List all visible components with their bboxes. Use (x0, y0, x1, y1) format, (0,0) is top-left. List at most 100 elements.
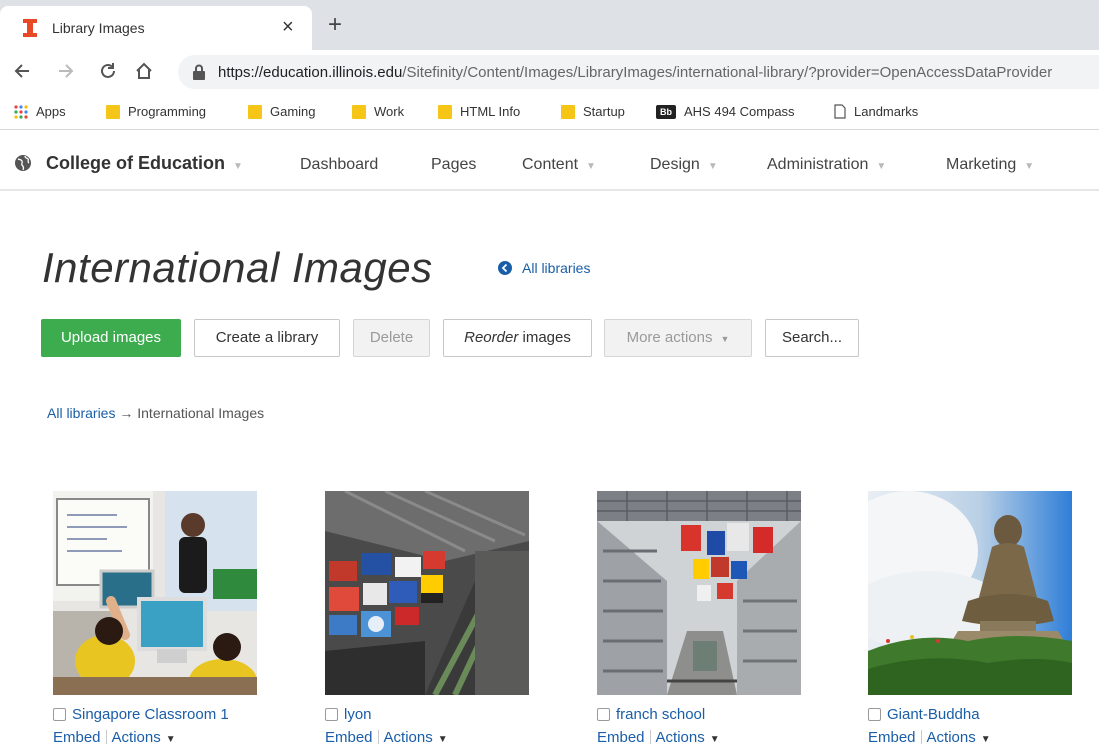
browser-toolbar: https://education.illinois.edu/Sitefinit… (0, 50, 1099, 94)
actions-label: Actions (383, 729, 433, 746)
forward-arrow-icon[interactable] (56, 61, 76, 86)
image-card-lyon: lyon Embed Actions ▼ (325, 491, 531, 746)
nav-design[interactable]: Design ▼ (650, 156, 718, 174)
bookmark-gaming[interactable]: Gaming (248, 104, 316, 119)
image-title-label: Singapore Classroom 1 (72, 706, 229, 723)
breadcrumb-all-libraries-link[interactable]: All libraries (47, 405, 115, 421)
back-arrow-icon[interactable] (12, 61, 32, 86)
embed-link[interactable]: Embed (597, 729, 645, 746)
image-thumbnail[interactable] (325, 491, 529, 695)
bookmark-label: Gaming (270, 104, 316, 119)
actions-menu[interactable]: Actions ▼ (112, 729, 176, 746)
actions-menu[interactable]: Actions ▼ (384, 729, 448, 746)
image-title-label: lyon (344, 706, 372, 723)
tab-close-icon[interactable]: × (282, 15, 294, 39)
address-bar[interactable]: https://education.illinois.edu/Sitefinit… (178, 55, 1099, 89)
image-card-singapore-classroom: Singapore Classroom 1 Embed Actions ▼ (53, 491, 259, 746)
page-title: International Images (42, 244, 433, 291)
bookmark-label: Work (374, 104, 405, 119)
image-thumbnail[interactable] (53, 491, 257, 695)
bookmark-label: HTML Info (460, 104, 521, 119)
nav-label: Content (522, 156, 579, 173)
folder-icon (438, 104, 452, 119)
url-path: /Sitefinity/Content/Images/LibraryImages… (402, 64, 1053, 81)
home-icon[interactable] (134, 61, 154, 86)
nav-content[interactable]: Content ▼ (522, 156, 596, 174)
nav-label: Marketing (946, 156, 1017, 173)
nav-pages[interactable]: Pages (431, 156, 476, 174)
caret-down-icon: ▼ (980, 734, 991, 745)
site-brand-menu[interactable]: College of Education ▼ (46, 153, 243, 174)
url-host: https://education.illinois.edu (218, 64, 403, 81)
bookmark-landmarks[interactable]: Landmarks (834, 104, 918, 119)
reorder-label-italic: Reorder (464, 329, 519, 346)
globe-icon (15, 155, 31, 171)
image-card-franch-school: franch school Embed Actions ▼ (597, 491, 803, 746)
bookmark-ahs-494-compass[interactable]: Bb AHS 494 Compass (656, 104, 795, 119)
chevron-down-icon: ▼ (876, 161, 887, 172)
select-checkbox[interactable] (325, 708, 338, 721)
actions-label: Actions (926, 729, 976, 746)
image-title[interactable]: Singapore Classroom 1 (53, 706, 259, 723)
select-checkbox[interactable] (53, 708, 66, 721)
all-libraries-link[interactable]: All libraries (498, 260, 590, 276)
bookmark-label: Startup (583, 104, 625, 119)
brand-label: College of Education (46, 153, 226, 173)
bookmark-label: Programming (128, 104, 207, 119)
image-card-actions: Embed Actions ▼ (597, 729, 803, 746)
actions-label: Actions (655, 729, 705, 746)
select-checkbox[interactable] (868, 708, 881, 721)
embed-link[interactable]: Embed (325, 729, 373, 746)
embed-link[interactable]: Embed (868, 729, 916, 746)
page-icon (834, 104, 846, 119)
actions-menu[interactable]: Actions ▼ (927, 729, 991, 746)
select-checkbox[interactable] (597, 708, 610, 721)
reorder-images-button[interactable]: Reorder images (443, 319, 592, 357)
bookmark-apps[interactable]: Apps (14, 104, 66, 119)
actions-menu[interactable]: Actions ▼ (656, 729, 720, 746)
create-library-button[interactable]: Create a library (194, 319, 340, 357)
folder-icon (106, 104, 120, 119)
bookmark-label: Apps (36, 104, 66, 119)
tab-title: Library Images (52, 20, 145, 36)
image-title[interactable]: franch school (597, 706, 803, 723)
bookmark-label: AHS 494 Compass (684, 104, 795, 119)
embed-link[interactable]: Embed (53, 729, 101, 746)
browser-tab[interactable]: Library Images × (0, 6, 312, 50)
search-button[interactable]: Search... (765, 319, 859, 357)
bookmark-programming[interactable]: Programming (106, 104, 206, 119)
bookmark-work[interactable]: Work (352, 104, 404, 119)
delete-button[interactable]: Delete (353, 319, 430, 357)
lock-icon (193, 64, 205, 80)
image-title[interactable]: lyon (325, 706, 531, 723)
more-actions-label: More actions (626, 329, 713, 346)
breadcrumb-arrow: → (115, 405, 138, 421)
image-card-giant-buddha: Giant-Buddha Embed Actions ▼ (868, 491, 1074, 746)
image-thumbnail[interactable] (868, 491, 1072, 695)
bookmark-html-info[interactable]: HTML Info (438, 104, 520, 119)
image-card-actions: Embed Actions ▼ (325, 729, 531, 746)
bookmarks-bar: Apps Programming Gaming Work HTML Info S… (0, 94, 1099, 130)
bookmark-startup[interactable]: Startup (561, 104, 625, 119)
upload-images-button[interactable]: Upload images (41, 319, 181, 357)
image-thumbnail[interactable] (597, 491, 801, 695)
nav-administration[interactable]: Administration ▼ (767, 156, 886, 174)
chevron-down-icon: ▼ (586, 161, 596, 172)
apps-grid-icon (14, 104, 28, 119)
new-tab-icon[interactable]: + (328, 12, 342, 38)
image-title[interactable]: Giant-Buddha (868, 706, 1074, 723)
more-actions-button[interactable]: More actions ▼ (604, 319, 752, 357)
caret-down-icon: ▼ (437, 734, 448, 745)
chevron-down-icon: ▼ (1024, 161, 1035, 172)
actions-label: Actions (111, 729, 161, 746)
nav-marketing[interactable]: Marketing ▼ (946, 156, 1034, 174)
folder-icon (352, 104, 366, 119)
divider (377, 730, 379, 744)
chevron-down-icon: ▼ (233, 161, 243, 172)
nav-dashboard[interactable]: Dashboard (300, 156, 378, 174)
bookmark-label: Landmarks (854, 104, 919, 119)
chevron-down-icon: ▼ (707, 161, 718, 172)
nav-label: Administration (767, 156, 869, 173)
reload-icon[interactable] (98, 61, 118, 86)
divider (920, 730, 922, 744)
